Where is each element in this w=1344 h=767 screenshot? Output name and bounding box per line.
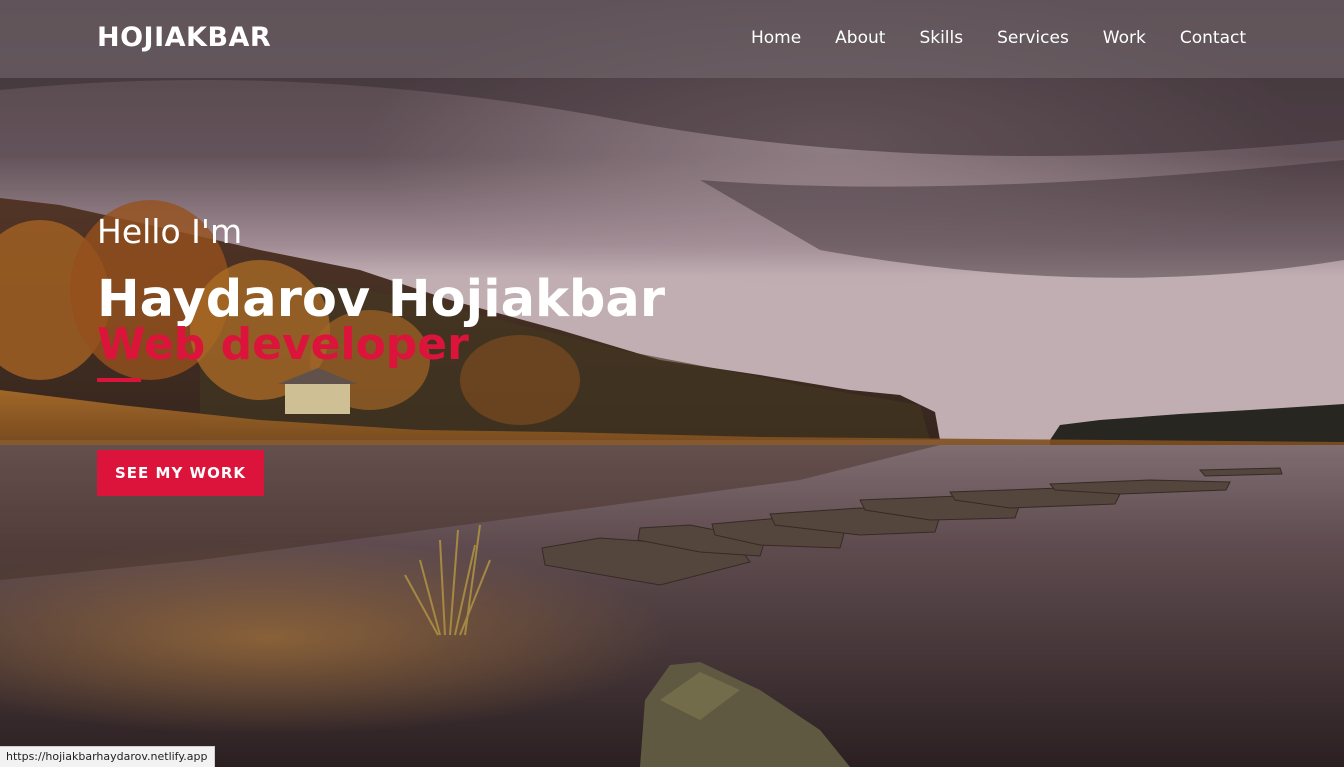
status-bar-url: https://hojiakbarhaydarov.netlify.app xyxy=(0,746,215,767)
brand-logo[interactable]: HOJIAKBAR xyxy=(97,22,271,53)
nav-link-work[interactable]: Work xyxy=(1103,28,1146,48)
landing-page: HOJIAKBAR Home About Skills Services Wor… xyxy=(0,0,1344,767)
hero-greeting: Hello I'm xyxy=(97,212,243,251)
navbar: HOJIAKBAR Home About Skills Services Wor… xyxy=(0,0,1344,78)
role-underline xyxy=(97,378,141,382)
hero-background-image xyxy=(0,0,1344,767)
nav-link-skills[interactable]: Skills xyxy=(919,28,963,48)
nav-link-home[interactable]: Home xyxy=(751,28,801,48)
nav-link-contact[interactable]: Contact xyxy=(1180,28,1246,48)
nav-links: Home About Skills Services Work Contact xyxy=(751,28,1246,48)
nav-link-services[interactable]: Services xyxy=(997,28,1069,48)
see-my-work-button[interactable]: SEE MY WORK xyxy=(97,450,264,496)
nav-link-about[interactable]: About xyxy=(835,28,885,48)
hero-intro: Hello I'm Haydarov Hojiakbar Web develop… xyxy=(97,210,665,382)
